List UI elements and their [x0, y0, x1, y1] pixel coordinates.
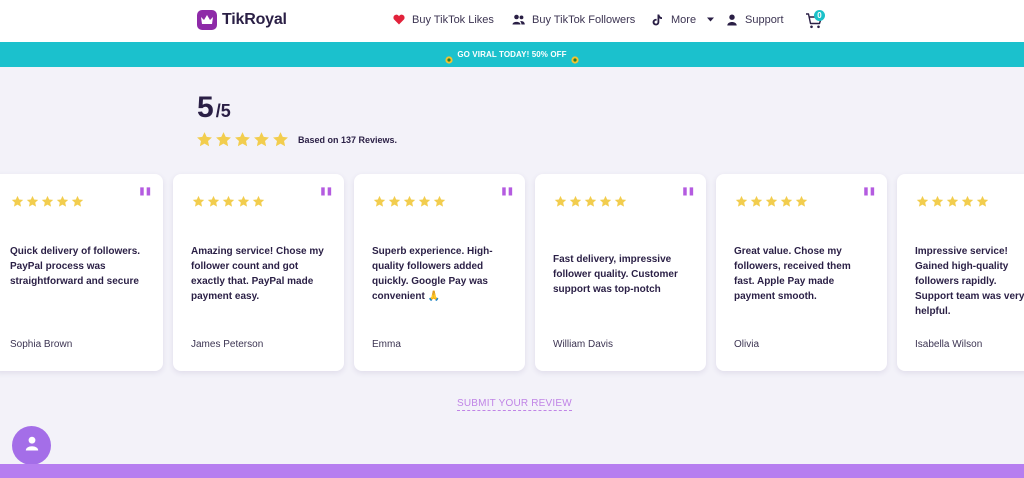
- users-icon: [512, 13, 525, 26]
- star-icon: [388, 195, 401, 208]
- review-card: " Fast delivery, impressive follower qua…: [535, 174, 706, 371]
- review-text: Quick delivery of followers. PayPal proc…: [10, 246, 141, 287]
- review-stars: [735, 195, 808, 208]
- review-card: " Great value. Chose my followers, recei…: [716, 174, 887, 371]
- star-icon: [554, 195, 567, 208]
- nav-more-dropdown[interactable]: More: [651, 13, 715, 26]
- user-icon: [725, 13, 738, 26]
- star-icon: [780, 195, 793, 208]
- review-card: " Amazing service! Chose my follower cou…: [173, 174, 344, 371]
- submit-review-link[interactable]: SUBMIT YOUR REVIEW: [457, 398, 572, 411]
- star-icon: [253, 131, 270, 148]
- star-icon: [614, 195, 627, 208]
- promo-banner[interactable]: GO VIRAL TODAY! 50% OFF: [0, 42, 1024, 67]
- rating-score-max: /5: [215, 101, 231, 121]
- quote-icon: ": [861, 182, 877, 217]
- star-icon: [569, 195, 582, 208]
- footer-bar: [0, 464, 1024, 478]
- quote-icon: ": [318, 182, 334, 217]
- review-text: Impressive service! Gained high-quality …: [915, 246, 1024, 317]
- brand-name: TikRoyal: [222, 11, 287, 28]
- star-icon: [916, 195, 929, 208]
- star-icon: [795, 195, 808, 208]
- review-text: Fast delivery, impressive follower quali…: [553, 254, 678, 295]
- quote-icon: ": [137, 182, 153, 217]
- star-icon: [11, 195, 24, 208]
- star-icon: [584, 195, 597, 208]
- nav-buy-likes-label: Buy TikTok Likes: [412, 13, 494, 26]
- rating-stars: [196, 131, 289, 148]
- star-icon: [71, 195, 84, 208]
- star-icon: [56, 195, 69, 208]
- rating-score-value: 5: [197, 91, 214, 124]
- star-icon: [403, 195, 416, 208]
- review-stars: [554, 195, 627, 208]
- quote-icon: ": [680, 182, 696, 217]
- star-icon: [946, 195, 959, 208]
- promo-text: GO VIRAL TODAY! 50% OFF: [457, 50, 567, 59]
- caret-down-icon: [706, 13, 715, 26]
- review-author: William Davis: [553, 339, 613, 350]
- review-stars: [373, 195, 446, 208]
- star-icon: [222, 195, 235, 208]
- review-text: Great value. Chose my followers, receive…: [734, 246, 851, 302]
- review-card: " Quick delivery of followers. PayPal pr…: [0, 174, 163, 371]
- review-author: Isabella Wilson: [915, 339, 983, 350]
- star-icon: [237, 195, 250, 208]
- review-author: Sophia Brown: [10, 339, 73, 350]
- star-icon: [373, 195, 386, 208]
- star-icon: [765, 195, 778, 208]
- rating-score: 5 /5: [197, 93, 231, 123]
- star-icon: [599, 195, 612, 208]
- brand-logo[interactable]: TikRoyal: [197, 10, 287, 30]
- star-icon: [207, 195, 220, 208]
- tiktok-icon: [651, 13, 664, 26]
- nav-more-label: More: [671, 13, 697, 26]
- star-icon: [192, 195, 205, 208]
- star-icon: [418, 195, 431, 208]
- review-stars: [192, 195, 265, 208]
- star-icon: [931, 195, 944, 208]
- star-icon: [750, 195, 763, 208]
- nav-buy-followers-label: Buy TikTok Followers: [532, 13, 636, 26]
- review-author: James Peterson: [191, 339, 264, 350]
- star-icon: [252, 195, 265, 208]
- nav-support-label: Support: [745, 13, 784, 26]
- star-icon: [26, 195, 39, 208]
- star-icon: [433, 195, 446, 208]
- star-icon: [961, 195, 974, 208]
- review-text: Amazing service! Chose my follower count…: [191, 246, 324, 302]
- nav-buy-likes[interactable]: Buy TikTok Likes: [392, 13, 494, 26]
- review-card: Impressive service! Gained high-quality …: [897, 174, 1024, 371]
- star-icon: [215, 131, 232, 148]
- site-header: TikRoyal Buy TikTok Likes Buy TikTok Fol…: [0, 0, 1024, 42]
- crown-icon: [197, 10, 217, 30]
- star-icon: [234, 131, 251, 148]
- quote-icon: ": [499, 182, 515, 217]
- star-icon: [272, 131, 289, 148]
- review-author: Olivia: [734, 339, 760, 350]
- sparkle-icon: [445, 51, 453, 64]
- review-stars: [916, 195, 989, 208]
- chat-widget-button[interactable]: [12, 426, 51, 465]
- review-card: " Superb experience. High-quality follow…: [354, 174, 525, 371]
- sparkle-icon: [571, 51, 579, 64]
- review-stars: [11, 195, 84, 208]
- star-icon: [41, 195, 54, 208]
- nav-support[interactable]: Support: [725, 13, 784, 26]
- review-text: Superb experience. High-quality follower…: [372, 246, 493, 302]
- rating-summary: Based on 137 Reviews.: [298, 135, 398, 145]
- cart-count-badge: 0: [814, 10, 825, 21]
- review-author: Emma: [372, 339, 401, 350]
- heart-icon: [392, 13, 405, 26]
- nav-buy-followers[interactable]: Buy TikTok Followers: [512, 13, 635, 26]
- star-icon: [976, 195, 989, 208]
- user-icon: [25, 436, 39, 456]
- star-icon: [735, 195, 748, 208]
- star-icon: [196, 131, 213, 148]
